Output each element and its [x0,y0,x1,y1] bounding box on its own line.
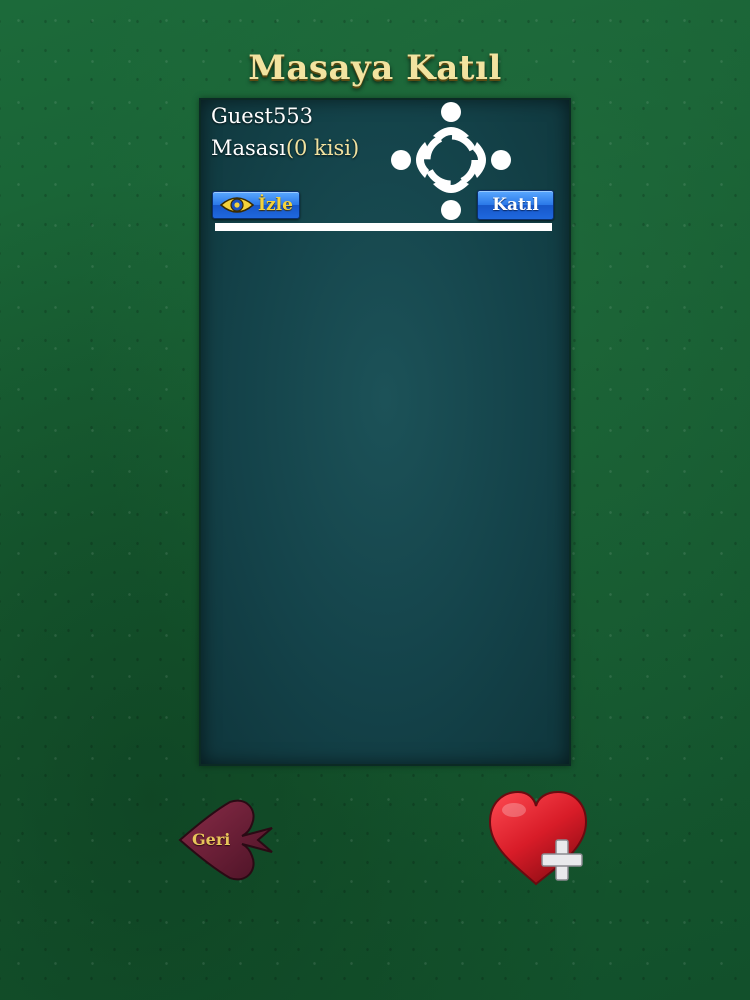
watch-button[interactable]: İzle [212,191,300,219]
table-row: Guest553 Masası(0 kisi) İzle Katıl [201,100,569,234]
page-title: Masaya Katıl [248,48,502,88]
heart-plus-icon[interactable] [486,788,590,888]
join-button[interactable]: Katıl [477,190,554,220]
back-button-label: Geri [192,830,231,849]
table-list-panel: Guest553 Masası(0 kisi) İzle Katıl [199,98,571,766]
watch-button-label: İzle [258,195,293,215]
back-button[interactable]: Geri [176,796,280,886]
row-divider [215,223,552,231]
eye-icon [219,197,255,213]
table-label: Masası [211,136,286,160]
table-info: Masası(0 kisi) [211,136,359,160]
player-count: (0 kisi) [285,136,360,160]
table-host-name: Guest553 [211,104,314,128]
